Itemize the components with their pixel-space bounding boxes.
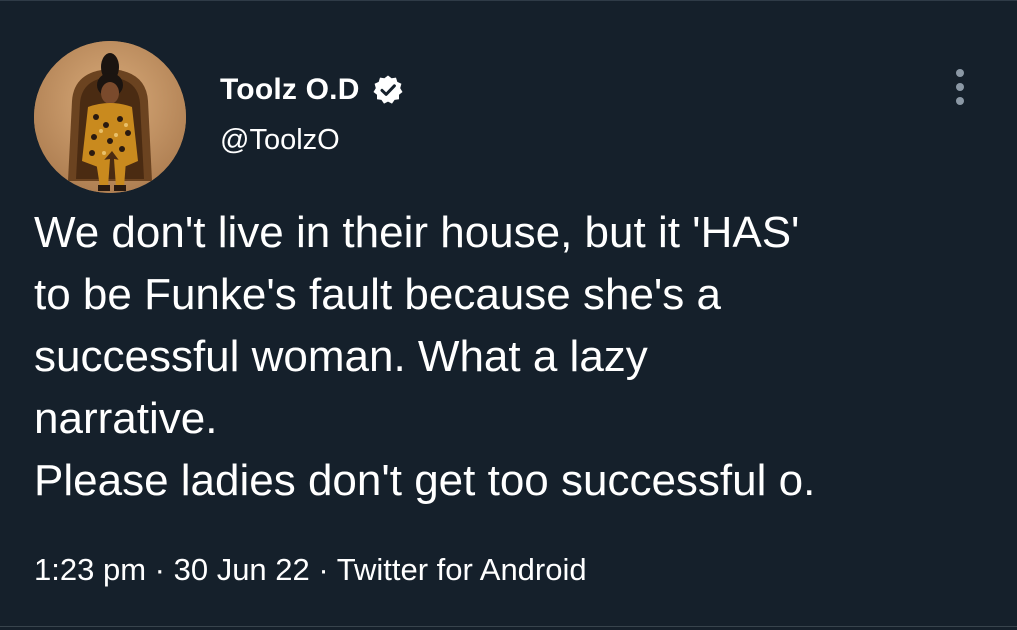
meta-separator: · — [318, 552, 329, 587]
tweet-text-line: We don't live in their house, but it 'HA… — [34, 208, 800, 257]
more-dot — [956, 97, 964, 105]
display-name[interactable]: Toolz O.D — [220, 73, 360, 107]
more-options-icon[interactable] — [942, 64, 978, 110]
tweet-text: We don't live in their house, but it 'HA… — [34, 202, 994, 512]
tweet-text-line: narrative. — [34, 394, 218, 443]
tweet-text-line: Please ladies don't get too successful o… — [34, 456, 816, 505]
author-handle[interactable]: @ToolzO — [220, 124, 340, 157]
tweet-text-line: to be Funke's fault because she's a — [34, 270, 722, 319]
tweet-date[interactable]: 30 Jun 22 — [174, 552, 310, 587]
tweet-metadata: 1:23 pm · 30 Jun 22 · Twitter for Androi… — [34, 552, 587, 588]
tweet-card: Toolz O.D @ToolzO We don't live in their… — [0, 0, 1017, 630]
bottom-divider — [0, 626, 1017, 627]
author-name-row[interactable]: Toolz O.D — [220, 68, 404, 112]
more-dot — [956, 83, 964, 91]
more-dot — [956, 69, 964, 77]
verified-badge-icon — [372, 74, 404, 106]
tweet-text-line: successful woman. What a lazy — [34, 332, 648, 381]
avatar[interactable] — [34, 41, 186, 193]
top-divider — [0, 0, 1017, 1]
avatar-photo — [34, 41, 186, 193]
meta-separator: · — [154, 552, 165, 587]
tweet-time[interactable]: 1:23 pm — [34, 552, 146, 587]
tweet-source[interactable]: Twitter for Android — [337, 552, 587, 587]
